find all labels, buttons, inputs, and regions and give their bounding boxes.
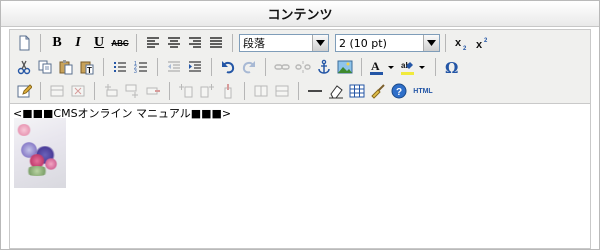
format-select[interactable]: 段落 [239, 34, 329, 52]
cleanup-brush-icon[interactable] [368, 81, 388, 101]
svg-text:2: 2 [463, 46, 467, 51]
chevron-down-icon[interactable] [423, 35, 439, 51]
svg-text:T: T [87, 66, 92, 75]
align-right-icon[interactable] [185, 33, 205, 53]
toolbar-separator [157, 58, 158, 76]
toolbar-separator [445, 34, 446, 52]
panel-title: コンテンツ [1, 1, 599, 27]
svg-text:x: x [476, 39, 483, 51]
toolbar-separator [94, 82, 95, 100]
paste-text-icon[interactable]: T [77, 57, 97, 77]
editor-toolbar: B I U ABC 段落 2 (10 pt) x 2 x 2 T 1 2 3 A… [9, 29, 591, 103]
eraser-icon[interactable] [326, 81, 346, 101]
toolbar-separator [40, 34, 41, 52]
toolbar-separator [435, 58, 436, 76]
editor-content-area[interactable]: <■■■CMSオンライン マニュアル■■■> [9, 103, 591, 249]
cut-icon[interactable] [14, 57, 34, 77]
align-center-icon[interactable] [164, 33, 184, 53]
format-select-value: 段落 [243, 37, 265, 50]
horizontal-rule-icon[interactable] [305, 81, 325, 101]
outdent-icon[interactable] [164, 57, 184, 77]
bold-button[interactable]: B [47, 33, 67, 53]
help-icon[interactable]: ? [389, 81, 409, 101]
content-panel: コンテンツ B I U ABC 段落 2 (10 pt) x 2 x 2 T 1… [0, 0, 600, 250]
copy-icon[interactable] [35, 57, 55, 77]
numbered-list-icon[interactable]: 123 [131, 57, 151, 77]
toolbar-separator [169, 82, 170, 100]
toolbar-separator [232, 34, 233, 52]
svg-text:x: x [455, 37, 462, 49]
svg-text:A: A [371, 59, 380, 73]
font-size-select[interactable]: 2 (10 pt) [335, 34, 440, 52]
anchor-icon[interactable] [314, 57, 334, 77]
delete-row-icon[interactable] [143, 81, 163, 101]
bullet-list-icon[interactable] [110, 57, 130, 77]
align-justify-icon[interactable] [206, 33, 226, 53]
undo-icon[interactable] [218, 57, 238, 77]
indent-icon[interactable] [185, 57, 205, 77]
toolbar-row-3: ? HTML [14, 80, 437, 102]
align-left-icon[interactable] [143, 33, 163, 53]
edit-source-icon[interactable] [14, 81, 34, 101]
toolbar-separator [361, 58, 362, 76]
text-color-icon[interactable]: A [368, 57, 398, 77]
svg-text:Ω: Ω [445, 59, 458, 75]
paste-icon[interactable] [56, 57, 76, 77]
toolbar-row-2: T 123 A ab Ω [14, 56, 463, 78]
toolbar-separator [265, 58, 266, 76]
special-character-icon[interactable]: Ω [442, 57, 462, 77]
underline-button[interactable]: U [89, 33, 109, 53]
flower-image[interactable] [14, 118, 66, 188]
svg-text:2: 2 [484, 38, 488, 44]
row-after-icon[interactable] [122, 81, 142, 101]
merge-cells-icon[interactable] [272, 81, 292, 101]
split-cells-icon[interactable] [251, 81, 271, 101]
col-before-icon[interactable] [176, 81, 196, 101]
insert-table-icon[interactable] [347, 81, 367, 101]
svg-text:?: ? [396, 87, 402, 98]
col-after-icon[interactable] [197, 81, 217, 101]
toolbar-separator [40, 82, 41, 100]
table-props-icon[interactable] [47, 81, 67, 101]
toolbar-row-1: B I U ABC 段落 2 (10 pt) x 2 x 2 [14, 32, 494, 54]
toolbar-separator [103, 58, 104, 76]
toolbar-separator [211, 58, 212, 76]
toolbar-separator [136, 34, 137, 52]
highlight-color-icon[interactable]: ab [399, 57, 429, 77]
toolbar-separator [298, 82, 299, 100]
subscript-icon[interactable]: x2 [452, 33, 472, 53]
chevron-down-icon[interactable] [312, 35, 328, 51]
strikethrough-button[interactable]: ABC [110, 33, 130, 53]
insert-image-icon[interactable] [335, 57, 355, 77]
italic-button[interactable]: I [68, 33, 88, 53]
redo-icon[interactable] [239, 57, 259, 77]
svg-text:3: 3 [134, 69, 137, 75]
toolbar-separator [244, 82, 245, 100]
html-source-button[interactable]: HTML [410, 81, 436, 101]
delete-col-icon[interactable] [218, 81, 238, 101]
link-icon[interactable] [272, 57, 292, 77]
font-size-select-value: 2 (10 pt) [339, 36, 387, 50]
delete-table-icon[interactable] [68, 81, 88, 101]
new-document-icon[interactable] [14, 33, 34, 53]
superscript-icon[interactable]: x2 [473, 33, 493, 53]
unlink-icon[interactable] [293, 57, 313, 77]
row-before-icon[interactable] [101, 81, 121, 101]
